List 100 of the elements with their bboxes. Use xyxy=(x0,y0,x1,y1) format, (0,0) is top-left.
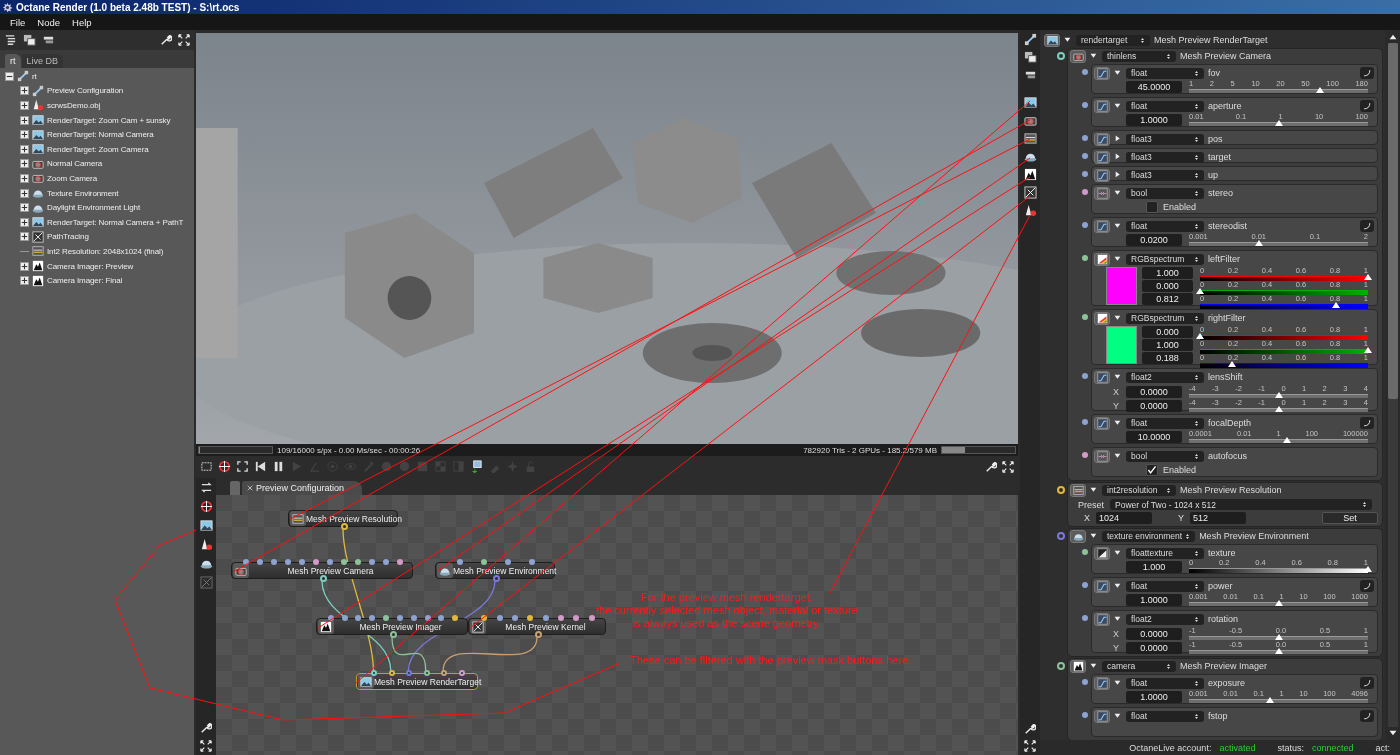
parameter-name: stereodist xyxy=(1208,221,1248,231)
status-label: act: xyxy=(1375,742,1390,753)
type-dropdown[interactable]: int2resolution xyxy=(1102,484,1176,496)
parameter-name: aperture xyxy=(1208,101,1242,111)
value-field[interactable]: 0.0000 xyxy=(1126,628,1182,640)
preset-dropdown[interactable]: Power of Two - 1024 x 512 xyxy=(1110,499,1372,510)
tree-item[interactable]: Zoom Camera xyxy=(47,173,98,183)
axis-label: Y xyxy=(1112,400,1120,412)
tree-item[interactable]: RenderTarget: Zoom Cam + sunsky xyxy=(47,115,171,125)
value-field[interactable]: 1.0000 xyxy=(1126,114,1182,126)
status-label: OctaneLive account: xyxy=(1129,742,1212,753)
type-dropdown[interactable]: rendertarget xyxy=(1076,34,1150,46)
graph-node[interactable]: Mesh Preview Kernel xyxy=(468,618,606,635)
parameter-name: fov xyxy=(1208,68,1220,78)
type-dropdown[interactable]: RGBspectrum xyxy=(1126,253,1204,265)
node-name: Mesh Preview Imager xyxy=(1180,661,1268,671)
status-label: status: xyxy=(1277,742,1304,753)
set-button[interactable]: Set xyxy=(1322,511,1378,524)
parameter-name: rotation xyxy=(1208,614,1239,624)
parameter-name: fstop xyxy=(1208,711,1228,721)
node-name: Mesh Preview Environment xyxy=(1199,531,1309,541)
value-field[interactable]: 0.812 xyxy=(1142,293,1193,305)
value-field[interactable]: 10.0000 xyxy=(1126,431,1182,443)
type-dropdown[interactable]: float2 xyxy=(1126,371,1204,383)
type-dropdown[interactable]: float3 xyxy=(1126,151,1204,163)
parameter-name: pos xyxy=(1208,134,1223,144)
type-dropdown[interactable]: float3 xyxy=(1126,169,1204,181)
tree-item[interactable]: Camera Imager: Preview xyxy=(47,261,134,271)
axis-label: X xyxy=(1112,386,1120,398)
tree-item[interactable]: Camera Imager: Final xyxy=(47,276,123,286)
value-field[interactable]: 0.0000 xyxy=(1126,386,1182,398)
parameter-name: focalDepth xyxy=(1208,418,1252,428)
type-dropdown[interactable]: texture environment xyxy=(1102,530,1196,542)
node-name: Mesh Preview RenderTarget xyxy=(1154,35,1268,45)
tree-item[interactable]: Preview Configuration xyxy=(47,86,124,96)
value-field[interactable]: 0.0200 xyxy=(1126,234,1182,246)
field-label: X xyxy=(1084,512,1090,523)
annotation-text: These can be filtered with the preview mask buttons here. xyxy=(630,654,912,667)
tree-item[interactable]: RenderTarget: Zoom Camera xyxy=(47,144,149,154)
parameter-name: lensShift xyxy=(1208,372,1243,382)
menu-item[interactable]: File xyxy=(4,16,32,28)
parameter-name: stereo xyxy=(1208,188,1233,198)
checkbox-label: Enabled xyxy=(1163,202,1197,212)
preset-label: Preset xyxy=(1078,499,1104,510)
type-dropdown[interactable]: float xyxy=(1126,417,1204,429)
tree-item[interactable]: Int2 Resolution: 2048x1024 (final) xyxy=(47,246,164,256)
parameter-name: texture xyxy=(1208,548,1236,558)
parameter-name: autofocus xyxy=(1208,451,1248,461)
type-dropdown[interactable]: bool xyxy=(1126,187,1204,199)
tree-item[interactable]: RenderTarget: Normal Camera + PathT xyxy=(47,217,184,227)
value-field[interactable]: 0.000 xyxy=(1142,280,1193,292)
type-dropdown[interactable]: float2 xyxy=(1126,613,1204,625)
tree-item[interactable]: rt xyxy=(32,71,37,81)
parameter-name: rightFilter xyxy=(1208,313,1246,323)
type-dropdown[interactable]: camera xyxy=(1102,660,1176,672)
type-dropdown[interactable]: float xyxy=(1126,580,1204,592)
tree-item[interactable]: Texture Environment xyxy=(47,188,119,198)
render-stats: 109/16000 s/px - 0.00 Ms/sec - 00:00:26 xyxy=(277,445,421,455)
tab[interactable]: Live DB xyxy=(21,54,63,68)
tree-item[interactable]: Normal Camera xyxy=(47,159,103,169)
value-field[interactable]: 0.0000 xyxy=(1126,642,1182,654)
value-field[interactable]: 1.000 xyxy=(1142,339,1193,351)
menu-item[interactable]: Node xyxy=(31,16,67,28)
value-field[interactable]: 45.0000 xyxy=(1126,81,1182,93)
value-field[interactable]: 1024 xyxy=(1096,511,1152,524)
tab[interactable]: Preview Configuration xyxy=(242,481,363,495)
type-dropdown[interactable]: RGBspectrum xyxy=(1126,312,1204,324)
axis-label: X xyxy=(1112,628,1120,640)
type-dropdown[interactable]: thinlens xyxy=(1102,50,1176,62)
menu-item[interactable]: Help xyxy=(66,16,98,28)
value-field[interactable]: 1.0000 xyxy=(1126,691,1182,703)
value-field[interactable]: 0.000 xyxy=(1142,326,1193,338)
checkbox-label: Enabled xyxy=(1163,465,1197,475)
value-field[interactable]: 512 xyxy=(1190,511,1247,524)
parameter-name: leftFilter xyxy=(1208,254,1240,264)
type-dropdown[interactable]: float xyxy=(1126,710,1204,722)
graph-node[interactable]: Mesh Preview Camera xyxy=(231,562,413,579)
type-dropdown[interactable]: bool xyxy=(1126,450,1204,462)
type-dropdown[interactable]: float xyxy=(1126,100,1204,112)
tree-item[interactable]: PathTracing xyxy=(47,232,89,242)
type-dropdown[interactable]: float xyxy=(1126,220,1204,232)
tab[interactable]: rt xyxy=(5,54,21,68)
window-title: Octane Render (1.0 beta 2.48b TEST) - S:\rt.ocs xyxy=(16,1,240,13)
type-dropdown[interactable]: floattexture xyxy=(1126,547,1204,559)
value-field[interactable]: 0.188 xyxy=(1142,352,1193,364)
value-field[interactable]: 1.000 xyxy=(1142,267,1193,279)
node-name: Mesh Preview Resolution xyxy=(1180,485,1282,495)
parameter-name: target xyxy=(1208,152,1231,162)
tree-item[interactable]: scrwsDemo.obj xyxy=(47,101,101,110)
value-field[interactable]: 1.000 xyxy=(1126,561,1182,573)
type-dropdown[interactable]: float xyxy=(1126,67,1204,79)
value-field[interactable]: 1.0000 xyxy=(1126,594,1182,606)
value-field[interactable]: 0.0000 xyxy=(1126,400,1182,412)
type-dropdown[interactable]: float3 xyxy=(1126,133,1204,145)
tree-item[interactable]: RenderTarget: Normal Camera xyxy=(47,130,154,140)
type-dropdown[interactable]: float xyxy=(1126,677,1204,689)
parameter-name: power xyxy=(1208,581,1233,591)
parameter-name: up xyxy=(1208,170,1218,180)
status-value: activated xyxy=(1219,742,1256,753)
tree-item[interactable]: Daylight Environment Light xyxy=(47,203,140,213)
